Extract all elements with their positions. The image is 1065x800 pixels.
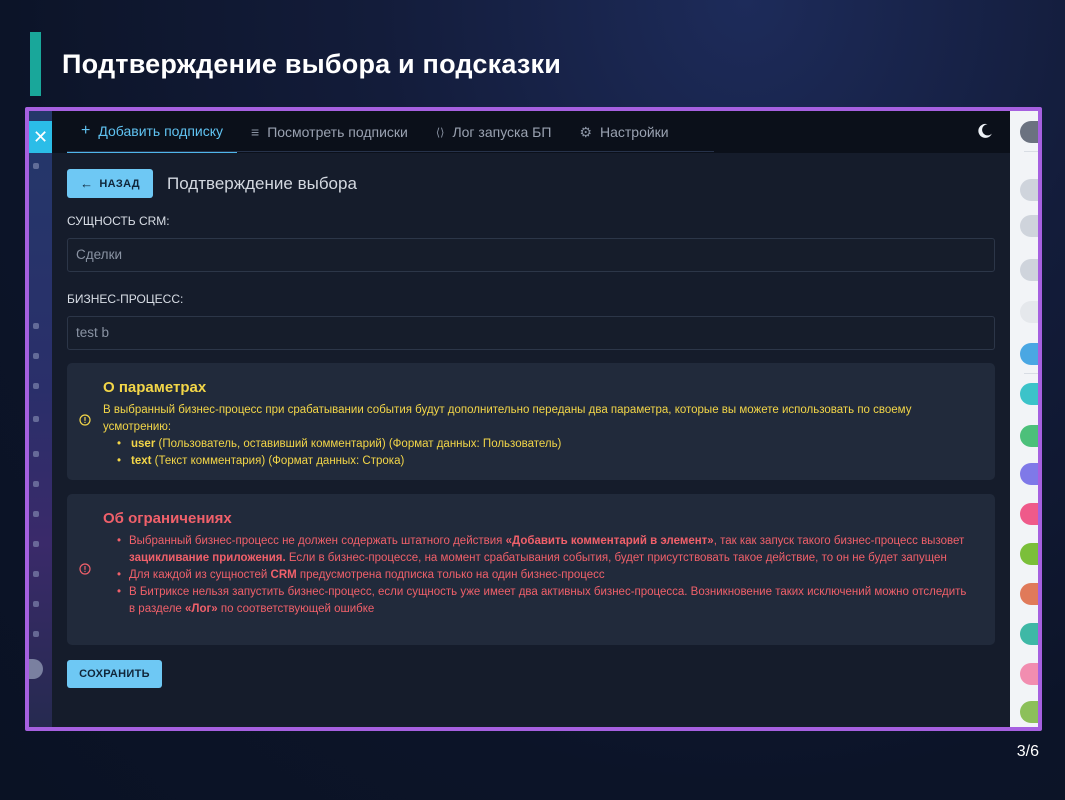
bell-icon[interactable] (1020, 215, 1038, 237)
contact-icon[interactable] (1020, 383, 1038, 405)
screenshot-frame: ✕ + Добавить подписку ≡ Посмотреть подпи… (25, 107, 1042, 731)
param-name: text (131, 455, 152, 467)
list-icon: ≡ (251, 124, 260, 140)
param-desc: (Текст комментария) (Формат данных: Стро… (151, 455, 405, 467)
strip-dot (33, 541, 39, 547)
target-icon[interactable] (1020, 179, 1038, 201)
strip-dot (33, 416, 39, 422)
strip-dot (33, 601, 39, 607)
strip-dot (33, 383, 39, 389)
business-process-field[interactable]: test b (67, 316, 995, 350)
strip-dot (33, 481, 39, 487)
contact-icon[interactable] (1020, 425, 1038, 447)
text-bold: CRM (270, 569, 297, 581)
params-intro: В выбранный бизнес-процесс при срабатыва… (103, 404, 912, 433)
text-part: , так как запуск такого бизнес-процесс в… (713, 535, 965, 547)
tab-settings[interactable]: ⚙ Настройки (565, 111, 682, 153)
contact-icon[interactable] (1020, 583, 1038, 605)
strip-dot (33, 571, 39, 577)
text-part: Для каждой из сущностей (129, 569, 271, 581)
back-button-label: НАЗАД (99, 177, 140, 190)
header-row: ← НАЗАД Подтверждение выбора (67, 169, 995, 198)
strip-dot (33, 353, 39, 359)
contact-icon[interactable] (1020, 543, 1038, 565)
app-window: + Добавить подписку ≡ Посмотреть подписк… (52, 111, 1010, 727)
contact-icon[interactable] (1020, 701, 1038, 723)
tab-divider (67, 151, 714, 152)
param-name: user (131, 438, 156, 450)
tab-bp-log[interactable]: ⟨⟩ Лог запуска БП (422, 111, 566, 153)
contact-icon[interactable] (1020, 663, 1038, 685)
list-item: user (Пользователь, оставивший комментар… (103, 436, 969, 453)
contact-icon[interactable] (1020, 623, 1038, 645)
list-item: Выбранный бизнес-процесс не должен содер… (113, 533, 969, 567)
text-bold: «Лог» (185, 603, 218, 615)
back-button[interactable]: ← НАЗАД (67, 169, 153, 198)
contact-icon[interactable] (1020, 343, 1038, 365)
divider (1024, 151, 1038, 152)
text-part: по соответствующей ошибке (217, 603, 375, 615)
contact-icon[interactable] (1020, 503, 1038, 525)
save-button[interactable]: СОХРАНИТЬ (67, 660, 162, 688)
slide-title: Подтверждение выбора и подсказки (62, 49, 561, 79)
tab-bar: + Добавить подписку ≡ Посмотреть подписк… (67, 111, 683, 153)
list-item: Для каждой из сущностей CRM предусмотрен… (113, 567, 969, 584)
code-icon: ⟨⟩ (435, 126, 445, 139)
params-title: О параметрах (103, 379, 207, 396)
search-icon[interactable] (1020, 301, 1038, 323)
circle-icon[interactable] (1020, 121, 1038, 143)
crm-entity-label: СУЩНОСТЬ CRM: (67, 214, 170, 228)
tab-label: Посмотреть подписки (267, 124, 408, 140)
strip-dot (33, 511, 39, 517)
params-info-box: О параметрах В выбранный бизнес-процесс … (67, 363, 995, 480)
warning-icon (79, 563, 91, 575)
params-list: user (Пользователь, оставивший комментар… (103, 436, 969, 470)
limits-text: Выбранный бизнес-процесс не должен содер… (113, 533, 969, 618)
avatar[interactable] (29, 659, 43, 679)
params-text: В выбранный бизнес-процесс при срабатыва… (103, 402, 969, 470)
strip-dot (33, 631, 39, 637)
strip-dot (33, 323, 39, 329)
chat-icon[interactable] (1020, 259, 1038, 281)
crm-entity-field[interactable]: Сделки (67, 238, 995, 272)
main-content: ← НАЗАД Подтверждение выбора СУЩНОСТЬ CR… (52, 169, 1010, 688)
moon-icon[interactable] (976, 122, 994, 140)
text-part: Выбранный бизнес-процесс не должен содер… (129, 535, 506, 547)
list-item: text (Текст комментария) (Формат данных:… (103, 453, 969, 470)
divider (1024, 373, 1038, 374)
tab-label: Настройки (599, 124, 669, 140)
contact-icon[interactable] (1020, 463, 1038, 485)
page-title: Подтверждение выбора (167, 173, 357, 193)
text-bold: «Добавить комментарий в элемент» (505, 535, 714, 547)
plus-icon: + (81, 122, 91, 139)
text-bold: зацикливание приложения. (129, 552, 286, 564)
business-process-label: БИЗНЕС-ПРОЦЕСС: (67, 292, 184, 306)
sliders-icon: ⚙ (579, 123, 592, 140)
right-sidebar-strip (1010, 111, 1038, 727)
tab-view-subscriptions[interactable]: ≡ Посмотреть подписки (237, 111, 422, 153)
info-icon (79, 414, 91, 426)
tab-label: Лог запуска БП (452, 124, 552, 140)
param-desc: (Пользователь, оставивший комментарий) (… (155, 438, 562, 450)
strip-dot (33, 163, 39, 169)
limits-title: Об ограничениях (103, 510, 232, 527)
slide-accent-bar (30, 32, 41, 96)
page-counter: 3/6 (1016, 743, 1039, 760)
limits-info-box: Об ограничениях Выбранный бизнес-процесс… (67, 494, 995, 645)
text-part: Если в бизнес-процессе, на момент срабат… (285, 552, 947, 564)
text-part: предусмотрена подписка только на один би… (296, 569, 605, 581)
close-icon[interactable]: ✕ (29, 121, 52, 153)
top-navbar: + Добавить подписку ≡ Посмотреть подписк… (52, 111, 1010, 153)
tab-add-subscription[interactable]: + Добавить подписку (67, 111, 238, 153)
strip-dot (33, 451, 39, 457)
arrow-left-icon: ← (80, 176, 94, 191)
limits-list: Выбранный бизнес-процесс не должен содер… (113, 533, 969, 618)
tab-label: Добавить подписку (98, 123, 224, 139)
left-sidebar-strip: ✕ (29, 111, 52, 727)
list-item: В Битриксе нельзя запустить бизнес-проце… (113, 584, 969, 618)
